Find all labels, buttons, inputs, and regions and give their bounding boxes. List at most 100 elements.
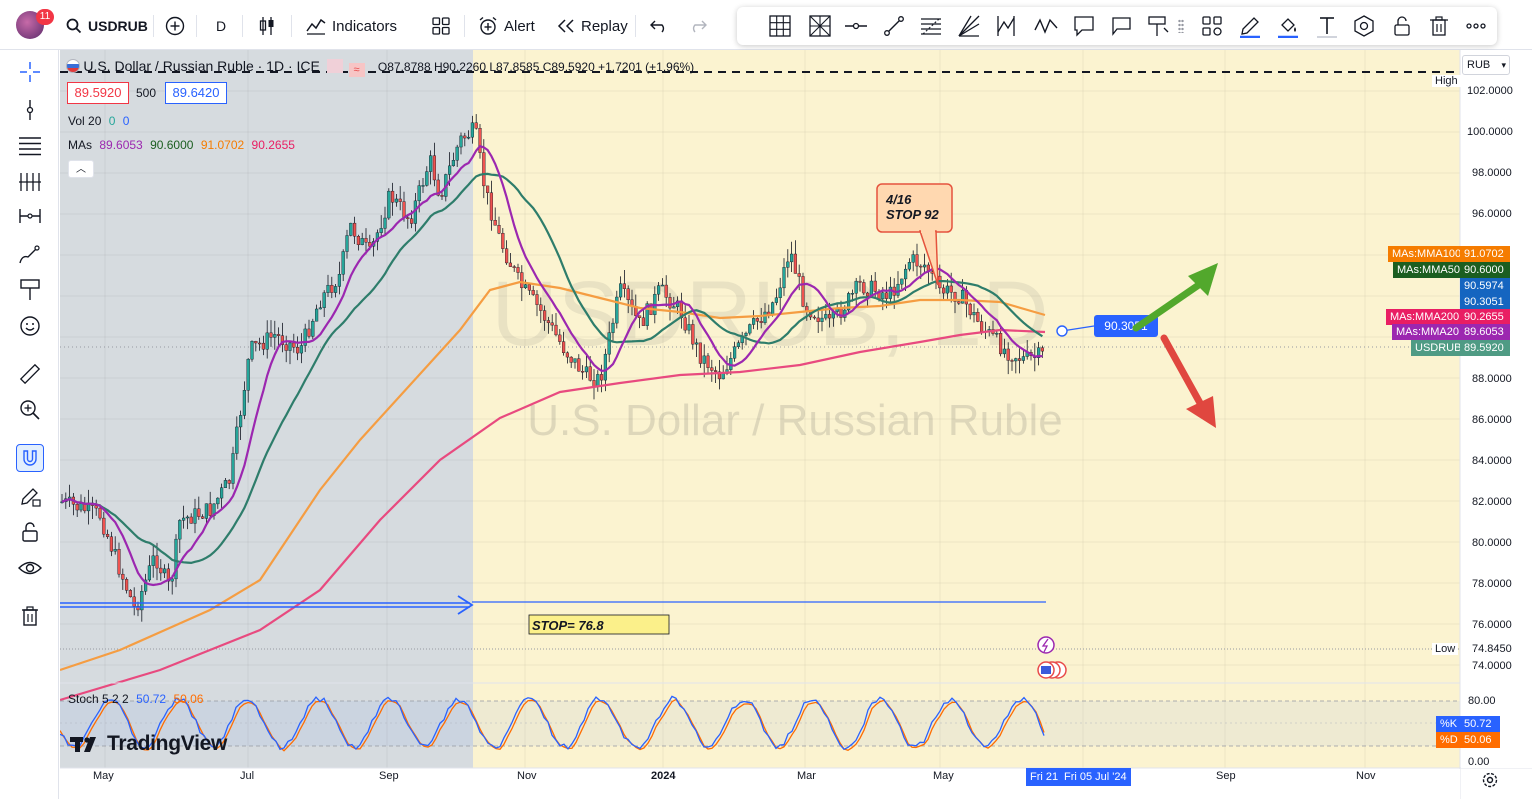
- chart-type-button[interactable]: [258, 12, 276, 40]
- mas-label: MAs: [68, 138, 92, 152]
- left-drawing-toolbar: [0, 50, 59, 799]
- text-tool-icon[interactable]: [1315, 14, 1339, 38]
- keep-drawing-tool[interactable]: [16, 482, 44, 510]
- tradingview-logo[interactable]: TradingView: [70, 732, 227, 756]
- chart-area[interactable]: USDRUB, 1D U.S. Dollar / Russian Ruble 9…: [60, 50, 1532, 799]
- indicators-icon: [306, 18, 326, 35]
- grid-table-icon[interactable]: [768, 14, 792, 38]
- price-tick-100: 100.0000: [1467, 126, 1513, 138]
- alarm-clock-icon: [479, 16, 497, 35]
- stoch-d-axis-value: 50.06: [1460, 732, 1500, 748]
- patterns-tool[interactable]: [16, 168, 44, 196]
- eye-toggle-icon[interactable]: [327, 59, 344, 73]
- time-label-nov: Nov: [517, 770, 537, 782]
- redo-button[interactable]: [689, 12, 707, 40]
- tag-symbol-name: USDRUB: [1411, 340, 1466, 356]
- price-chart[interactable]: USDRUB, 1D U.S. Dollar / Russian Ruble 9…: [60, 50, 1532, 799]
- settings-toggle-icon[interactable]: ≈: [348, 63, 365, 77]
- replay-button[interactable]: Replay: [557, 12, 628, 40]
- ask-price-box[interactable]: 89.6420: [165, 82, 227, 104]
- ruler-range-icon: [19, 209, 41, 223]
- chart-settings-button[interactable]: [1481, 771, 1499, 789]
- settings-icon[interactable]: [1352, 14, 1376, 38]
- time-label-nov-2024: Nov: [1356, 770, 1376, 782]
- group-objects-icon[interactable]: [1200, 14, 1224, 38]
- signpost-icon[interactable]: [1146, 14, 1170, 38]
- price-tick-86: 86.0000: [1472, 414, 1512, 426]
- price-tick-96: 96.0000: [1472, 208, 1512, 220]
- stoch-legend[interactable]: Stoch 5 2 2 50.72 50.06: [68, 692, 203, 706]
- pitchfork-icon[interactable]: [957, 14, 981, 38]
- magnet-tool[interactable]: [16, 444, 44, 472]
- bid-price-box[interactable]: 89.5920: [67, 82, 129, 104]
- low-label: Low: [1432, 643, 1459, 655]
- crosshair-tool[interactable]: [16, 58, 44, 86]
- indicators-label: Indicators: [332, 17, 398, 35]
- price-tick-84: 84.0000: [1472, 455, 1512, 467]
- brush-tool[interactable]: [16, 240, 44, 268]
- hide-drawings-tool[interactable]: [16, 554, 44, 582]
- templates-button[interactable]: [432, 12, 450, 40]
- mas-value-ma20: 89.6053: [99, 138, 143, 152]
- remove-drawings-tool[interactable]: [16, 602, 44, 630]
- brush-icon: [19, 245, 40, 264]
- tag-mma200-value: 90.2655: [1460, 309, 1510, 325]
- undo-button[interactable]: [650, 12, 668, 40]
- interval-button[interactable]: D: [216, 12, 226, 40]
- ohlc-values: O87.8788 H90.2260 L87.8585 C89.5920 +1.7…: [377, 60, 695, 74]
- lock-icon[interactable]: [1390, 14, 1414, 38]
- mas-legend[interactable]: MAs 89.6053 90.6000 91.0702 90.2655: [68, 138, 295, 152]
- time-label-2024: 2024: [651, 770, 676, 782]
- compare-button[interactable]: [165, 12, 185, 40]
- lock-drawings-tool[interactable]: [16, 518, 44, 546]
- symbol-legend[interactable]: U.S. Dollar / Russian Ruble · 1D · ICE ≈…: [66, 58, 694, 77]
- volume-label: Vol 20: [68, 114, 102, 128]
- chevron-down-icon: ▾: [1501, 60, 1506, 70]
- ruler-tool[interactable]: [16, 360, 44, 388]
- projection-icon[interactable]: [994, 14, 1018, 38]
- lock-icon: [22, 522, 38, 542]
- tradingview-logo-text: TradingView: [107, 732, 228, 755]
- horizontal-ray-icon[interactable]: [844, 14, 868, 38]
- wave-icon[interactable]: [1034, 14, 1058, 38]
- price-tick-98: 98.0000: [1472, 167, 1512, 179]
- mas-value-ma50: 90.6000: [150, 138, 194, 152]
- collapse-legend-button[interactable]: ︿: [68, 160, 94, 178]
- symbol-title: U.S. Dollar / Russian Ruble · 1D · ICE: [83, 58, 320, 74]
- fib-retracement-icon[interactable]: [919, 14, 943, 38]
- mas-value-ma100: 91.0702: [200, 138, 245, 152]
- currency-selector[interactable]: RUB ▾: [1462, 55, 1510, 75]
- tag-mma200-name: MAs:MMA200: [1386, 309, 1464, 325]
- trendline-tool[interactable]: [16, 96, 44, 124]
- icons-tool[interactable]: [16, 312, 44, 340]
- redo-icon: [692, 20, 707, 33]
- high-label: High: [1432, 75, 1461, 87]
- ruler-icon: [19, 363, 41, 385]
- candles-icon: [259, 17, 274, 35]
- callout-icon[interactable]: [1072, 14, 1096, 38]
- tag-mma100-name: MAs:MMA100: [1388, 246, 1466, 262]
- fib-tool[interactable]: [16, 132, 44, 160]
- pencil-icon[interactable]: [1238, 14, 1262, 38]
- replay-label: Replay: [581, 17, 628, 35]
- gear-icon: [1482, 772, 1498, 788]
- smiley-icon: [20, 316, 40, 336]
- alert-button[interactable]: Alert: [478, 12, 535, 40]
- fill-color-icon[interactable]: [1276, 14, 1300, 38]
- symbol-search[interactable]: USDRUB: [66, 12, 148, 40]
- stop-label-box[interactable]: STOP= 76.8: [528, 614, 670, 635]
- time-current-long: Fri 05 Jul '24: [1060, 768, 1131, 786]
- gann-box-icon[interactable]: [808, 14, 832, 38]
- price-tick-102: 102.0000: [1467, 85, 1513, 97]
- comment-icon[interactable]: [1109, 14, 1133, 38]
- trend-line-icon[interactable]: [882, 14, 906, 38]
- annotation-tool[interactable]: [16, 276, 44, 304]
- measure-tool[interactable]: [16, 202, 44, 230]
- zoom-tool[interactable]: [16, 396, 44, 424]
- more-options-icon[interactable]: [1464, 14, 1488, 38]
- toolbar-drag-handle[interactable]: [1178, 19, 1184, 33]
- trash-icon[interactable]: [1427, 14, 1451, 38]
- stoch-d-tag: %D: [1436, 732, 1462, 748]
- indicators-button[interactable]: Indicators: [306, 12, 397, 40]
- volume-legend[interactable]: Vol 20 0 0: [68, 114, 129, 128]
